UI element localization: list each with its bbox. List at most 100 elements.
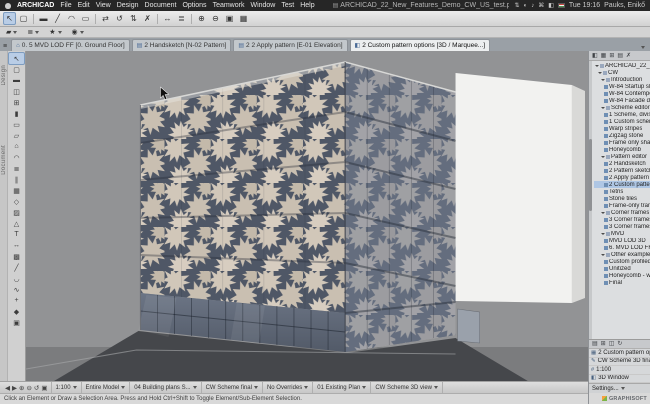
navigator-tree-item[interactable]: 6. MVD LOD FF bbox=[594, 244, 650, 251]
navigator-tree-item[interactable]: MVD LOD 3D bbox=[594, 237, 650, 244]
orbit-icon[interactable]: ↺ bbox=[34, 384, 39, 392]
scale-value[interactable]: # 1:100 bbox=[589, 366, 650, 375]
navigator-tree-item[interactable]: Stone tiles bbox=[594, 195, 650, 202]
settings-button[interactable]: Settings... bbox=[589, 383, 650, 393]
tab-apply-pattern[interactable]: ▤ 2 2 Apply pattern [E-01 Elevation] bbox=[233, 39, 348, 51]
display-menu-extra-icon[interactable]: ◐ bbox=[524, 3, 528, 9]
zone-tool-icon[interactable]: ▨ bbox=[9, 207, 24, 218]
tab-ground-floor[interactable]: ⌂ 0. 5 MVD LOD FF [0. Ground Floor] bbox=[11, 39, 130, 51]
line-tool-icon[interactable]: ╱ bbox=[9, 262, 24, 273]
shell-tool-icon[interactable]: ◠ bbox=[9, 152, 24, 163]
marquee-tool-icon[interactable]: ▢ bbox=[17, 12, 30, 25]
navigator-tree-item[interactable]: Frame only shadin... bbox=[594, 139, 650, 146]
menu-view[interactable]: View bbox=[96, 2, 111, 9]
wall-tool-icon[interactable]: ▬ bbox=[37, 12, 50, 25]
updates-menu-extra-icon[interactable]: ⇅ bbox=[515, 3, 520, 9]
line-tool-icon[interactable]: ╱ bbox=[51, 12, 64, 25]
text-tool-icon[interactable]: T bbox=[9, 229, 24, 240]
menubar-clock[interactable]: Tue 19:16 bbox=[569, 2, 600, 9]
zoom-out-icon[interactable]: ⊖ bbox=[26, 384, 31, 392]
move-icon[interactable]: ⇄ bbox=[99, 12, 112, 25]
rotate-icon[interactable]: ↺ bbox=[113, 12, 126, 25]
project-chooser-icon[interactable]: ◧ bbox=[592, 53, 598, 59]
window-tool-icon[interactable]: ⊞ bbox=[9, 97, 24, 108]
tree-expand-icon[interactable] bbox=[601, 232, 605, 235]
dimension-tool-icon[interactable]: ↔ bbox=[9, 240, 24, 251]
navigator-tree-item[interactable]: Zigzag stone bbox=[594, 132, 650, 139]
menu-teamwork[interactable]: Teamwork bbox=[213, 2, 245, 9]
menu-help[interactable]: Help bbox=[300, 2, 314, 9]
navigator-tree-item[interactable]: W-84 Contemporar... bbox=[594, 90, 650, 97]
tree-expand-icon[interactable] bbox=[601, 211, 605, 214]
menubar-user[interactable]: Pauks, Enikő bbox=[604, 2, 645, 9]
toolbar-button[interactable] bbox=[93, 12, 98, 25]
navigator-tree-item[interactable]: Custom profiled fr... bbox=[594, 258, 650, 265]
close-icon[interactable]: ✗ bbox=[626, 53, 631, 59]
arrow-tool-icon[interactable]: ↖ bbox=[3, 12, 16, 25]
beam-tool-icon[interactable]: ▭ bbox=[9, 119, 24, 130]
arc-tool-icon[interactable]: ◡ bbox=[9, 273, 24, 284]
zoom-in-icon[interactable]: ⊕ bbox=[195, 12, 208, 25]
tree-expand-icon[interactable] bbox=[601, 106, 605, 109]
navigator-tree-item[interactable]: Honeycomb - wind... bbox=[594, 272, 650, 279]
navigator-tree-item[interactable]: Other examples bbox=[594, 251, 650, 258]
project-map-icon[interactable]: ▦ bbox=[601, 53, 607, 59]
tree-expand-icon[interactable] bbox=[601, 155, 605, 158]
navigator-tree-item[interactable]: MVD bbox=[594, 230, 650, 237]
fit-in-window-icon[interactable]: ▣ bbox=[41, 384, 47, 392]
menu-test[interactable]: Test bbox=[281, 2, 294, 9]
3d-viewport[interactable] bbox=[26, 51, 588, 381]
capture-icon[interactable]: ◉ bbox=[70, 28, 86, 36]
mirror-icon[interactable]: ⇅ bbox=[127, 12, 140, 25]
menu-design[interactable]: Design bbox=[117, 2, 139, 9]
spline-tool-icon[interactable]: ∿ bbox=[9, 284, 24, 295]
input-language-flag-icon[interactable] bbox=[557, 3, 565, 8]
navigator-tree-item[interactable]: W-84 Startup slide bbox=[594, 83, 650, 90]
arrow-tool-icon[interactable]: ↖ bbox=[8, 52, 25, 65]
scale-selector[interactable]: 1:100 bbox=[52, 382, 82, 393]
arc-tool-icon[interactable]: ◠ bbox=[65, 12, 78, 25]
menu-edit[interactable]: Edit bbox=[78, 2, 90, 9]
toolbar-button[interactable] bbox=[189, 12, 194, 25]
navigator-tree-item[interactable]: 2 Pattern sketch bbox=[594, 167, 650, 174]
column-tool-icon[interactable]: ▮ bbox=[9, 108, 24, 119]
refresh-icon[interactable]: ↻ bbox=[617, 341, 622, 347]
box-tool-icon[interactable]: ▭ bbox=[79, 12, 92, 25]
back-icon[interactable]: ◀ bbox=[5, 384, 10, 392]
favorites-icon[interactable]: ★ bbox=[47, 28, 63, 36]
camera-tool-icon[interactable]: ▣ bbox=[9, 317, 24, 328]
sound-menu-extra-icon[interactable]: ♪ bbox=[531, 3, 534, 9]
navigator-tree-item[interactable]: 2 Handsketch bbox=[594, 160, 650, 167]
zoom-out-icon[interactable]: ⊖ bbox=[209, 12, 222, 25]
dimension-icon[interactable]: ↔ bbox=[161, 12, 174, 25]
apple-icon[interactable] bbox=[5, 2, 11, 9]
stair-tool-icon[interactable]: ≣ bbox=[9, 163, 24, 174]
forward-icon[interactable]: ▶ bbox=[12, 384, 17, 392]
grid-icon[interactable]: ▦ bbox=[237, 12, 250, 25]
slab-tool-icon[interactable]: ▱ bbox=[9, 130, 24, 141]
object-tool-icon[interactable]: ◆ bbox=[9, 306, 24, 317]
navigator-tree-item[interactable]: Frame-only trans... bbox=[594, 202, 650, 209]
renovation-filter-selector[interactable]: 01 Existing Plan bbox=[313, 382, 372, 393]
view-map-icon[interactable]: ⊞ bbox=[609, 53, 614, 59]
tree-expand-icon[interactable] bbox=[601, 253, 605, 256]
navigator-tree-item[interactable]: Corner frames bbox=[594, 209, 650, 216]
tree-expand-icon[interactable] bbox=[595, 64, 599, 67]
navigator-tree-item[interactable]: Honeycomb bbox=[594, 146, 650, 153]
tab-handsketch[interactable]: ▤ 2 Handsketch [N-02 Pattern] bbox=[131, 39, 232, 51]
tree-expand-icon[interactable] bbox=[598, 71, 602, 74]
navigator-tree-item[interactable]: Pattern editor bbox=[594, 153, 650, 160]
layers-icon[interactable]: ≣ bbox=[175, 12, 188, 25]
zoom-in-icon[interactable]: ⊕ bbox=[19, 384, 24, 392]
navigator-tree-item[interactable]: Introduction bbox=[594, 76, 650, 83]
clone-icon[interactable]: ◫ bbox=[609, 341, 615, 347]
layout-book-icon[interactable]: ▤ bbox=[617, 53, 623, 59]
railing-tool-icon[interactable]: ∥ bbox=[9, 174, 24, 185]
navigator-tree-item[interactable]: Final bbox=[594, 279, 650, 286]
pen-set-dropdown[interactable]: ▰ bbox=[4, 28, 19, 36]
tree-root[interactable]: ARCHICAD_22_New_Fea... bbox=[594, 62, 650, 69]
tab-overflow-icon[interactable] bbox=[641, 46, 645, 49]
window-type-value[interactable]: ◧ 3D Window bbox=[589, 375, 650, 383]
navigator-tree-item[interactable]: 3 Corner frames bbox=[594, 216, 650, 223]
menu-options[interactable]: Options bbox=[182, 2, 206, 9]
